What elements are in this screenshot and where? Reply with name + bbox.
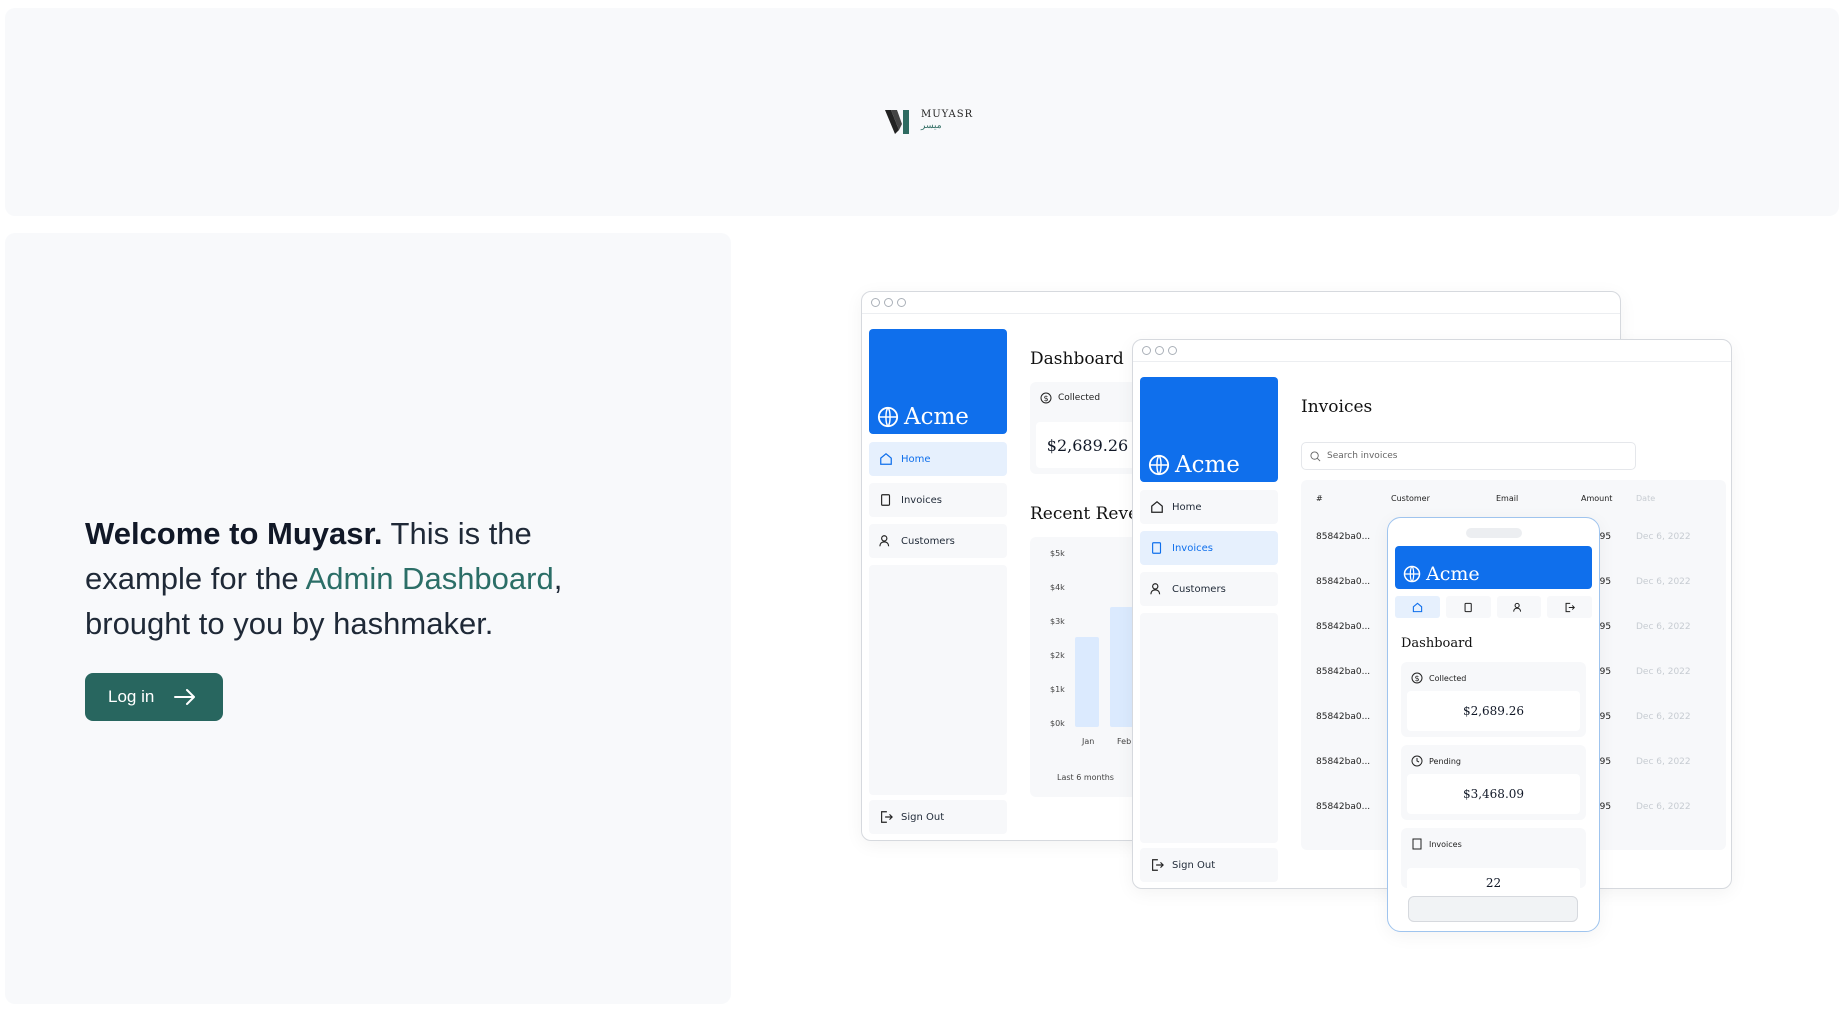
revenue-card: $5k $4k $3k $2k $1k $0k Jan Feb Last 6 m… xyxy=(1030,537,1145,797)
top-header: MUYASR ميسر xyxy=(5,8,1839,216)
globe-icon xyxy=(1148,454,1170,476)
invoice-row-id: 85842ba0... xyxy=(1316,667,1371,677)
search-icon xyxy=(1310,450,1321,461)
tab-home[interactable] xyxy=(1395,596,1440,618)
tab-customers[interactable] xyxy=(1496,596,1542,618)
phone-mockup: Acme Dashboard $ Collected $2,689.26 Pend… xyxy=(1387,517,1600,932)
invoice-row-date: Dec 6, 2022 xyxy=(1636,577,1691,587)
brand-name: Acme xyxy=(904,404,969,430)
window-dots xyxy=(1133,340,1731,362)
footnote: Last 6 months xyxy=(1057,773,1114,782)
users-icon xyxy=(1513,602,1522,612)
phone-card-collected: $ Collected $2,689.26 xyxy=(1401,662,1586,737)
nav-filler xyxy=(1140,613,1278,843)
search-input[interactable]: Search invoices xyxy=(1301,442,1636,470)
arrow-right-icon xyxy=(174,689,196,705)
phone-tabbar xyxy=(1395,596,1592,618)
login-label: Log in xyxy=(108,687,155,706)
globe-icon xyxy=(1403,565,1421,583)
invoice-row-id: 85842ba0... xyxy=(1316,577,1371,587)
window-dots xyxy=(862,292,1620,314)
phone-home-bar xyxy=(1408,896,1578,922)
sign-out-icon xyxy=(1152,859,1164,871)
nav-customers[interactable]: Customers xyxy=(869,524,1007,558)
nav-sign-out[interactable]: Sign Out xyxy=(1140,848,1278,882)
sign-out-icon xyxy=(881,811,893,823)
invoice-row-id: 85842ba0... xyxy=(1316,532,1371,542)
phone-card-invoices: Invoices 22 xyxy=(1401,828,1586,888)
nav-home[interactable]: Home xyxy=(1140,490,1278,524)
brand-box: Acme xyxy=(869,329,1007,434)
invoice-row-date: Dec 6, 2022 xyxy=(1636,712,1691,722)
nav-home[interactable]: Home xyxy=(869,442,1007,476)
document-icon xyxy=(1412,838,1422,850)
dashboard-title: Dashboard xyxy=(1030,349,1124,369)
svg-text:$: $ xyxy=(1044,394,1049,403)
document-icon xyxy=(881,494,891,506)
bar-jan xyxy=(1075,637,1099,727)
brand-box: Acme xyxy=(1140,377,1278,482)
invoice-row-date: Dec 6, 2022 xyxy=(1636,802,1691,812)
welcome-text: Welcome to Muyasr. This is the example f… xyxy=(85,511,625,646)
home-icon xyxy=(880,452,892,465)
sign-out-icon xyxy=(1565,602,1576,612)
invoice-row-id: 85842ba0... xyxy=(1316,802,1371,812)
logo-arabic: ميسر xyxy=(921,121,942,131)
collected-card: $ Collected $2,689.26 xyxy=(1030,382,1145,474)
logo-word: MUYASR xyxy=(921,109,974,120)
phone-dashboard-title: Dashboard xyxy=(1401,636,1473,651)
phone-notch xyxy=(1466,528,1522,538)
dollar-icon: $ xyxy=(1411,672,1423,684)
invoice-row-id: 85842ba0... xyxy=(1316,622,1371,632)
invoice-row-date: Dec 6, 2022 xyxy=(1636,757,1691,767)
brand-box: Acme xyxy=(1395,546,1592,589)
invoice-row-id: 85842ba0... xyxy=(1316,712,1371,722)
invoices-title: Invoices xyxy=(1301,397,1373,417)
welcome-bold: Welcome to Muyasr. xyxy=(85,516,383,551)
invoice-row-date: Dec 6, 2022 xyxy=(1636,622,1691,632)
nav-invoices[interactable]: Invoices xyxy=(869,483,1007,517)
bar-feb xyxy=(1110,607,1134,727)
tab-sign-out[interactable] xyxy=(1547,596,1592,618)
clock-icon xyxy=(1411,755,1423,767)
invoice-row-date: Dec 6, 2022 xyxy=(1636,667,1691,677)
users-icon xyxy=(1150,583,1161,595)
invoice-row-date: Dec 6, 2022 xyxy=(1636,532,1691,542)
users-icon xyxy=(879,535,890,547)
document-icon xyxy=(1152,542,1162,554)
nav-sign-out[interactable]: Sign Out xyxy=(869,800,1007,834)
document-icon xyxy=(1464,602,1472,612)
svg-text:$: $ xyxy=(1415,674,1420,683)
nav-invoices[interactable]: Invoices xyxy=(1140,531,1278,565)
phone-card-pending: Pending $3,468.09 xyxy=(1401,745,1586,820)
muyasr-logo[interactable]: MUYASR ميسر xyxy=(885,105,997,139)
home-icon xyxy=(1151,500,1163,513)
tab-invoices[interactable] xyxy=(1445,596,1491,618)
nav-filler xyxy=(869,565,1007,795)
admin-dashboard-link[interactable]: Admin Dashboard xyxy=(306,561,554,596)
hero-panel: Welcome to Muyasr. This is the example f… xyxy=(5,233,731,1004)
login-button[interactable]: Log in xyxy=(85,673,223,721)
nav-customers[interactable]: Customers xyxy=(1140,572,1278,606)
home-icon xyxy=(1412,602,1423,612)
invoice-row-id: 85842ba0... xyxy=(1316,757,1371,767)
logo-mark-icon xyxy=(885,110,909,134)
dollar-icon: $ xyxy=(1040,392,1052,404)
globe-icon xyxy=(877,406,899,428)
